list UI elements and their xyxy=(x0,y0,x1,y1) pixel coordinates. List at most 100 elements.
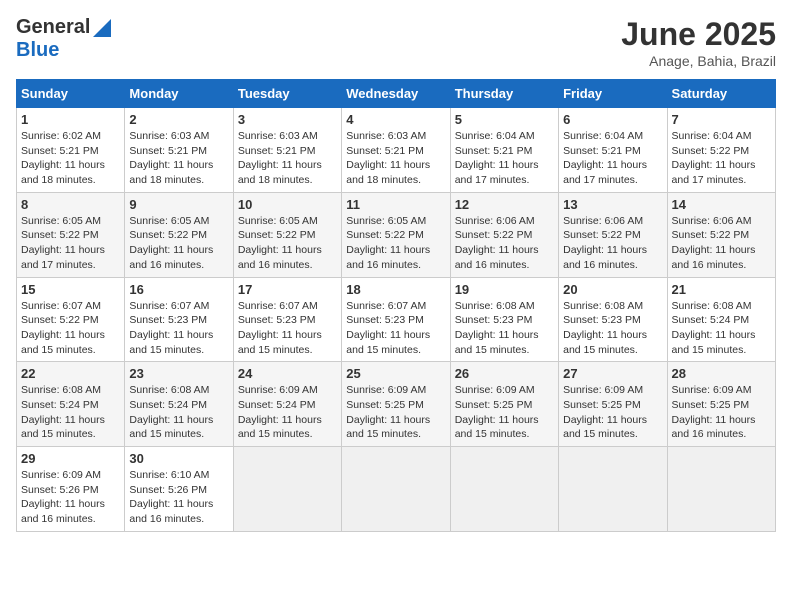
day-number: 13 xyxy=(563,197,662,212)
day-number: 12 xyxy=(455,197,554,212)
day-info: Sunrise: 6:10 AMSunset: 5:26 PMDaylight:… xyxy=(129,469,213,525)
table-row xyxy=(667,447,775,532)
logo-icon xyxy=(93,19,111,37)
table-row: 15 Sunrise: 6:07 AMSunset: 5:22 PMDaylig… xyxy=(17,277,125,362)
day-number: 27 xyxy=(563,366,662,381)
day-info: Sunrise: 6:09 AMSunset: 5:25 PMDaylight:… xyxy=(455,384,539,440)
table-row: 13 Sunrise: 6:06 AMSunset: 5:22 PMDaylig… xyxy=(559,192,667,277)
day-info: Sunrise: 6:09 AMSunset: 5:26 PMDaylight:… xyxy=(21,469,105,525)
day-number: 7 xyxy=(672,112,771,127)
logo-general-text: General xyxy=(16,16,90,39)
col-tuesday: Tuesday xyxy=(233,80,341,108)
day-number: 18 xyxy=(346,282,445,297)
page-header: General Blue June 2025 Anage, Bahia, Bra… xyxy=(16,16,776,69)
table-row: 10 Sunrise: 6:05 AMSunset: 5:22 PMDaylig… xyxy=(233,192,341,277)
day-info: Sunrise: 6:03 AMSunset: 5:21 PMDaylight:… xyxy=(346,130,430,186)
table-row: 7 Sunrise: 6:04 AMSunset: 5:22 PMDayligh… xyxy=(667,108,775,193)
table-row: 3 Sunrise: 6:03 AMSunset: 5:21 PMDayligh… xyxy=(233,108,341,193)
table-row: 28 Sunrise: 6:09 AMSunset: 5:25 PMDaylig… xyxy=(667,362,775,447)
day-number: 16 xyxy=(129,282,228,297)
day-number: 25 xyxy=(346,366,445,381)
table-row: 18 Sunrise: 6:07 AMSunset: 5:23 PMDaylig… xyxy=(342,277,450,362)
day-number: 24 xyxy=(238,366,337,381)
day-info: Sunrise: 6:09 AMSunset: 5:25 PMDaylight:… xyxy=(563,384,647,440)
table-row: 25 Sunrise: 6:09 AMSunset: 5:25 PMDaylig… xyxy=(342,362,450,447)
day-info: Sunrise: 6:02 AMSunset: 5:21 PMDaylight:… xyxy=(21,130,105,186)
table-row xyxy=(342,447,450,532)
table-row: 9 Sunrise: 6:05 AMSunset: 5:22 PMDayligh… xyxy=(125,192,233,277)
title-block: June 2025 Anage, Bahia, Brazil xyxy=(621,16,776,69)
day-info: Sunrise: 6:07 AMSunset: 5:22 PMDaylight:… xyxy=(21,300,105,356)
logo-blue-text: Blue xyxy=(16,39,59,62)
day-info: Sunrise: 6:04 AMSunset: 5:21 PMDaylight:… xyxy=(563,130,647,186)
col-thursday: Thursday xyxy=(450,80,558,108)
table-row xyxy=(559,447,667,532)
calendar-week-row: 1 Sunrise: 6:02 AMSunset: 5:21 PMDayligh… xyxy=(17,108,776,193)
col-sunday: Sunday xyxy=(17,80,125,108)
table-row: 12 Sunrise: 6:06 AMSunset: 5:22 PMDaylig… xyxy=(450,192,558,277)
day-number: 1 xyxy=(21,112,120,127)
day-info: Sunrise: 6:08 AMSunset: 5:23 PMDaylight:… xyxy=(563,300,647,356)
day-info: Sunrise: 6:06 AMSunset: 5:22 PMDaylight:… xyxy=(563,215,647,271)
day-number: 30 xyxy=(129,451,228,466)
day-info: Sunrise: 6:05 AMSunset: 5:22 PMDaylight:… xyxy=(129,215,213,271)
day-info: Sunrise: 6:08 AMSunset: 5:24 PMDaylight:… xyxy=(129,384,213,440)
calendar-week-row: 29 Sunrise: 6:09 AMSunset: 5:26 PMDaylig… xyxy=(17,447,776,532)
day-info: Sunrise: 6:08 AMSunset: 5:24 PMDaylight:… xyxy=(21,384,105,440)
day-number: 2 xyxy=(129,112,228,127)
day-number: 23 xyxy=(129,366,228,381)
table-row: 16 Sunrise: 6:07 AMSunset: 5:23 PMDaylig… xyxy=(125,277,233,362)
day-info: Sunrise: 6:06 AMSunset: 5:22 PMDaylight:… xyxy=(672,215,756,271)
day-number: 10 xyxy=(238,197,337,212)
day-number: 3 xyxy=(238,112,337,127)
day-number: 15 xyxy=(21,282,120,297)
table-row: 6 Sunrise: 6:04 AMSunset: 5:21 PMDayligh… xyxy=(559,108,667,193)
table-row: 30 Sunrise: 6:10 AMSunset: 5:26 PMDaylig… xyxy=(125,447,233,532)
day-number: 9 xyxy=(129,197,228,212)
table-row: 4 Sunrise: 6:03 AMSunset: 5:21 PMDayligh… xyxy=(342,108,450,193)
table-row: 2 Sunrise: 6:03 AMSunset: 5:21 PMDayligh… xyxy=(125,108,233,193)
day-number: 22 xyxy=(21,366,120,381)
day-number: 6 xyxy=(563,112,662,127)
day-number: 26 xyxy=(455,366,554,381)
table-row: 5 Sunrise: 6:04 AMSunset: 5:21 PMDayligh… xyxy=(450,108,558,193)
day-info: Sunrise: 6:03 AMSunset: 5:21 PMDaylight:… xyxy=(129,130,213,186)
logo: General Blue xyxy=(16,16,111,62)
day-info: Sunrise: 6:09 AMSunset: 5:25 PMDaylight:… xyxy=(346,384,430,440)
location: Anage, Bahia, Brazil xyxy=(621,53,776,69)
day-info: Sunrise: 6:09 AMSunset: 5:24 PMDaylight:… xyxy=(238,384,322,440)
table-row: 23 Sunrise: 6:08 AMSunset: 5:24 PMDaylig… xyxy=(125,362,233,447)
day-number: 29 xyxy=(21,451,120,466)
day-info: Sunrise: 6:09 AMSunset: 5:25 PMDaylight:… xyxy=(672,384,756,440)
day-info: Sunrise: 6:06 AMSunset: 5:22 PMDaylight:… xyxy=(455,215,539,271)
day-number: 19 xyxy=(455,282,554,297)
col-saturday: Saturday xyxy=(667,80,775,108)
day-info: Sunrise: 6:07 AMSunset: 5:23 PMDaylight:… xyxy=(346,300,430,356)
table-row: 27 Sunrise: 6:09 AMSunset: 5:25 PMDaylig… xyxy=(559,362,667,447)
table-row: 22 Sunrise: 6:08 AMSunset: 5:24 PMDaylig… xyxy=(17,362,125,447)
calendar-week-row: 22 Sunrise: 6:08 AMSunset: 5:24 PMDaylig… xyxy=(17,362,776,447)
day-info: Sunrise: 6:03 AMSunset: 5:21 PMDaylight:… xyxy=(238,130,322,186)
day-info: Sunrise: 6:05 AMSunset: 5:22 PMDaylight:… xyxy=(346,215,430,271)
col-friday: Friday xyxy=(559,80,667,108)
calendar-header-row: Sunday Monday Tuesday Wednesday Thursday… xyxy=(17,80,776,108)
table-row xyxy=(233,447,341,532)
day-info: Sunrise: 6:04 AMSunset: 5:21 PMDaylight:… xyxy=(455,130,539,186)
day-info: Sunrise: 6:05 AMSunset: 5:22 PMDaylight:… xyxy=(238,215,322,271)
table-row: 24 Sunrise: 6:09 AMSunset: 5:24 PMDaylig… xyxy=(233,362,341,447)
table-row: 26 Sunrise: 6:09 AMSunset: 5:25 PMDaylig… xyxy=(450,362,558,447)
day-number: 20 xyxy=(563,282,662,297)
day-number: 4 xyxy=(346,112,445,127)
col-wednesday: Wednesday xyxy=(342,80,450,108)
day-number: 11 xyxy=(346,197,445,212)
table-row: 21 Sunrise: 6:08 AMSunset: 5:24 PMDaylig… xyxy=(667,277,775,362)
day-number: 14 xyxy=(672,197,771,212)
calendar-week-row: 15 Sunrise: 6:07 AMSunset: 5:22 PMDaylig… xyxy=(17,277,776,362)
day-number: 28 xyxy=(672,366,771,381)
table-row: 11 Sunrise: 6:05 AMSunset: 5:22 PMDaylig… xyxy=(342,192,450,277)
table-row xyxy=(450,447,558,532)
table-row: 14 Sunrise: 6:06 AMSunset: 5:22 PMDaylig… xyxy=(667,192,775,277)
calendar-week-row: 8 Sunrise: 6:05 AMSunset: 5:22 PMDayligh… xyxy=(17,192,776,277)
day-info: Sunrise: 6:05 AMSunset: 5:22 PMDaylight:… xyxy=(21,215,105,271)
table-row: 17 Sunrise: 6:07 AMSunset: 5:23 PMDaylig… xyxy=(233,277,341,362)
